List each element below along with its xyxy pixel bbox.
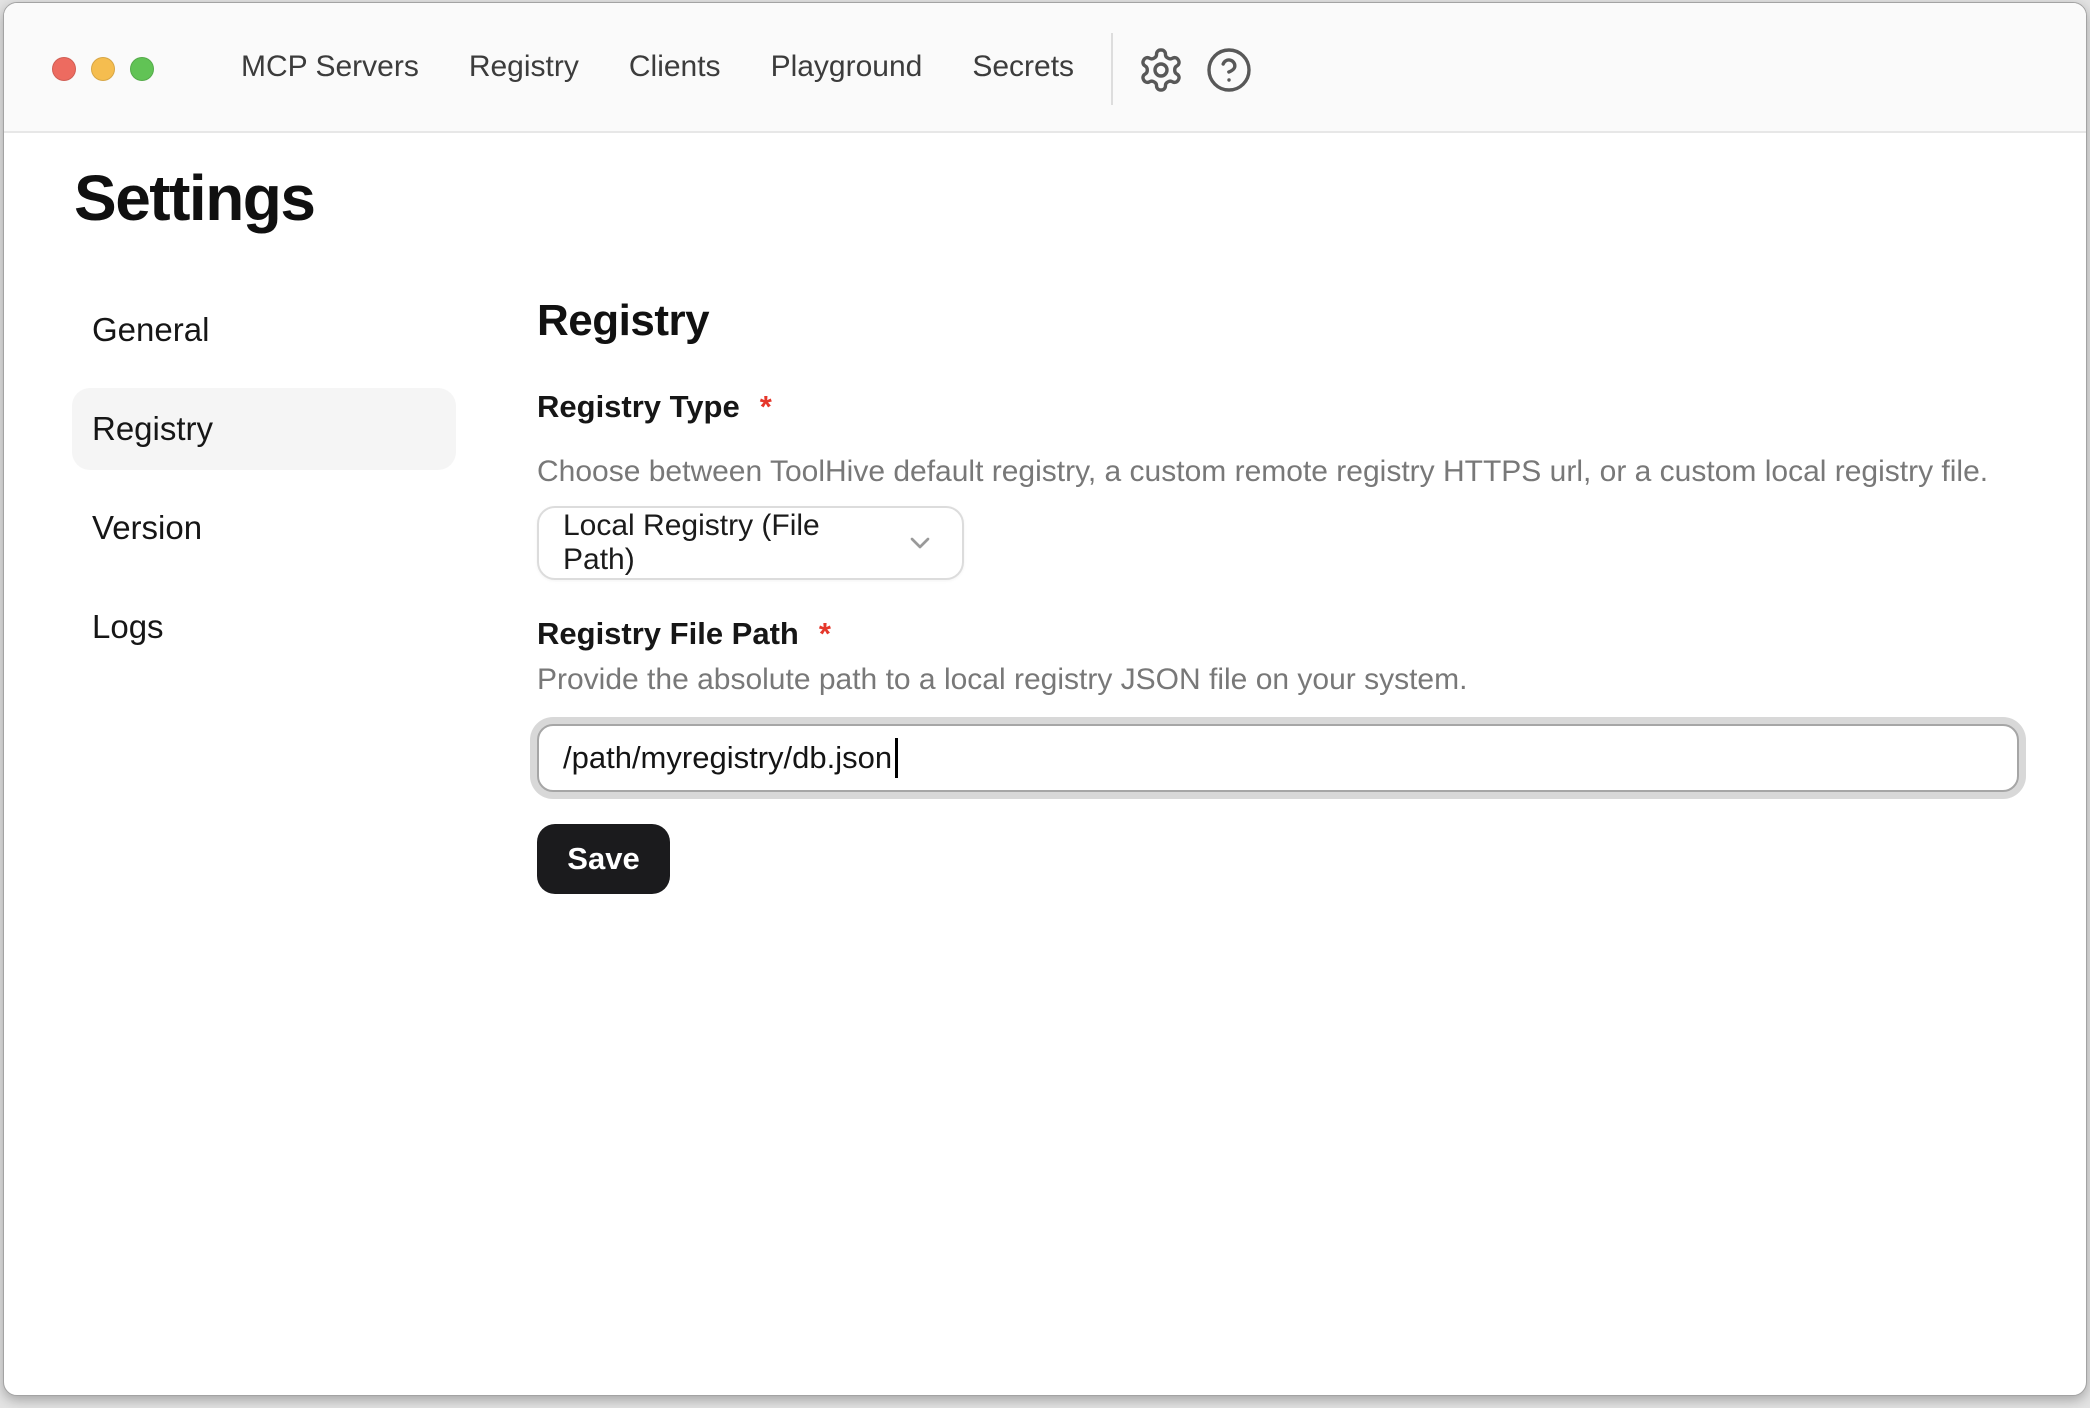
page-title: Settings xyxy=(74,159,314,237)
field-label-text: Registry File Path xyxy=(537,614,799,654)
nav-divider xyxy=(1111,33,1113,105)
help-circle-icon[interactable] xyxy=(1205,46,1253,94)
app-window: MCP Servers Registry Clients Playground … xyxy=(3,2,2087,1396)
close-window-button[interactable] xyxy=(52,57,76,81)
registry-type-description: Choose between ToolHive default registry… xyxy=(537,452,2019,492)
field-label-text: Registry Type xyxy=(537,387,740,427)
nav-item-secrets[interactable]: Secrets xyxy=(972,50,1074,84)
sidebar-item-general[interactable]: General xyxy=(72,289,456,371)
top-navigation: MCP Servers Registry Clients Playground … xyxy=(241,3,1074,131)
registry-type-label: Registry Type * xyxy=(537,387,2019,427)
required-asterisk: * xyxy=(819,614,831,654)
window-controls xyxy=(52,57,154,81)
save-button[interactable]: Save xyxy=(537,824,670,894)
sidebar-item-version[interactable]: Version xyxy=(72,487,456,569)
nav-item-clients[interactable]: Clients xyxy=(629,50,721,84)
section-heading: Registry xyxy=(537,293,2019,349)
nav-item-playground[interactable]: Playground xyxy=(771,50,923,84)
sidebar-item-label: Registry xyxy=(92,410,213,448)
sidebar-item-label: Version xyxy=(92,509,202,547)
titlebar: MCP Servers Registry Clients Playground … xyxy=(4,3,2086,133)
text-cursor xyxy=(895,738,898,778)
registry-type-select[interactable]: Local Registry (File Path) xyxy=(537,506,964,580)
zoom-window-button[interactable] xyxy=(130,57,154,81)
sidebar-item-label: Logs xyxy=(92,608,164,646)
sidebar-item-label: General xyxy=(92,311,209,349)
registry-file-path-label: Registry File Path * xyxy=(537,614,2019,654)
nav-item-mcp-servers[interactable]: MCP Servers xyxy=(241,50,419,84)
settings-sidebar: General Registry Version Logs xyxy=(72,289,456,685)
chevron-down-icon xyxy=(904,527,936,559)
registry-file-path-description: Provide the absolute path to a local reg… xyxy=(537,660,2019,700)
sidebar-item-registry[interactable]: Registry xyxy=(72,388,456,470)
sidebar-item-logs[interactable]: Logs xyxy=(72,586,456,668)
required-asterisk: * xyxy=(760,387,772,427)
minimize-window-button[interactable] xyxy=(91,57,115,81)
registry-type-selected-value: Local Registry (File Path) xyxy=(563,509,884,577)
nav-item-registry[interactable]: Registry xyxy=(469,50,579,84)
registry-file-path-value: /path/myregistry/db.json xyxy=(563,740,892,776)
registry-settings-panel: Registry Registry Type * Choose between … xyxy=(537,293,2019,894)
registry-file-path-input[interactable]: /path/myregistry/db.json xyxy=(537,724,2019,792)
settings-gear-icon[interactable] xyxy=(1137,46,1185,94)
